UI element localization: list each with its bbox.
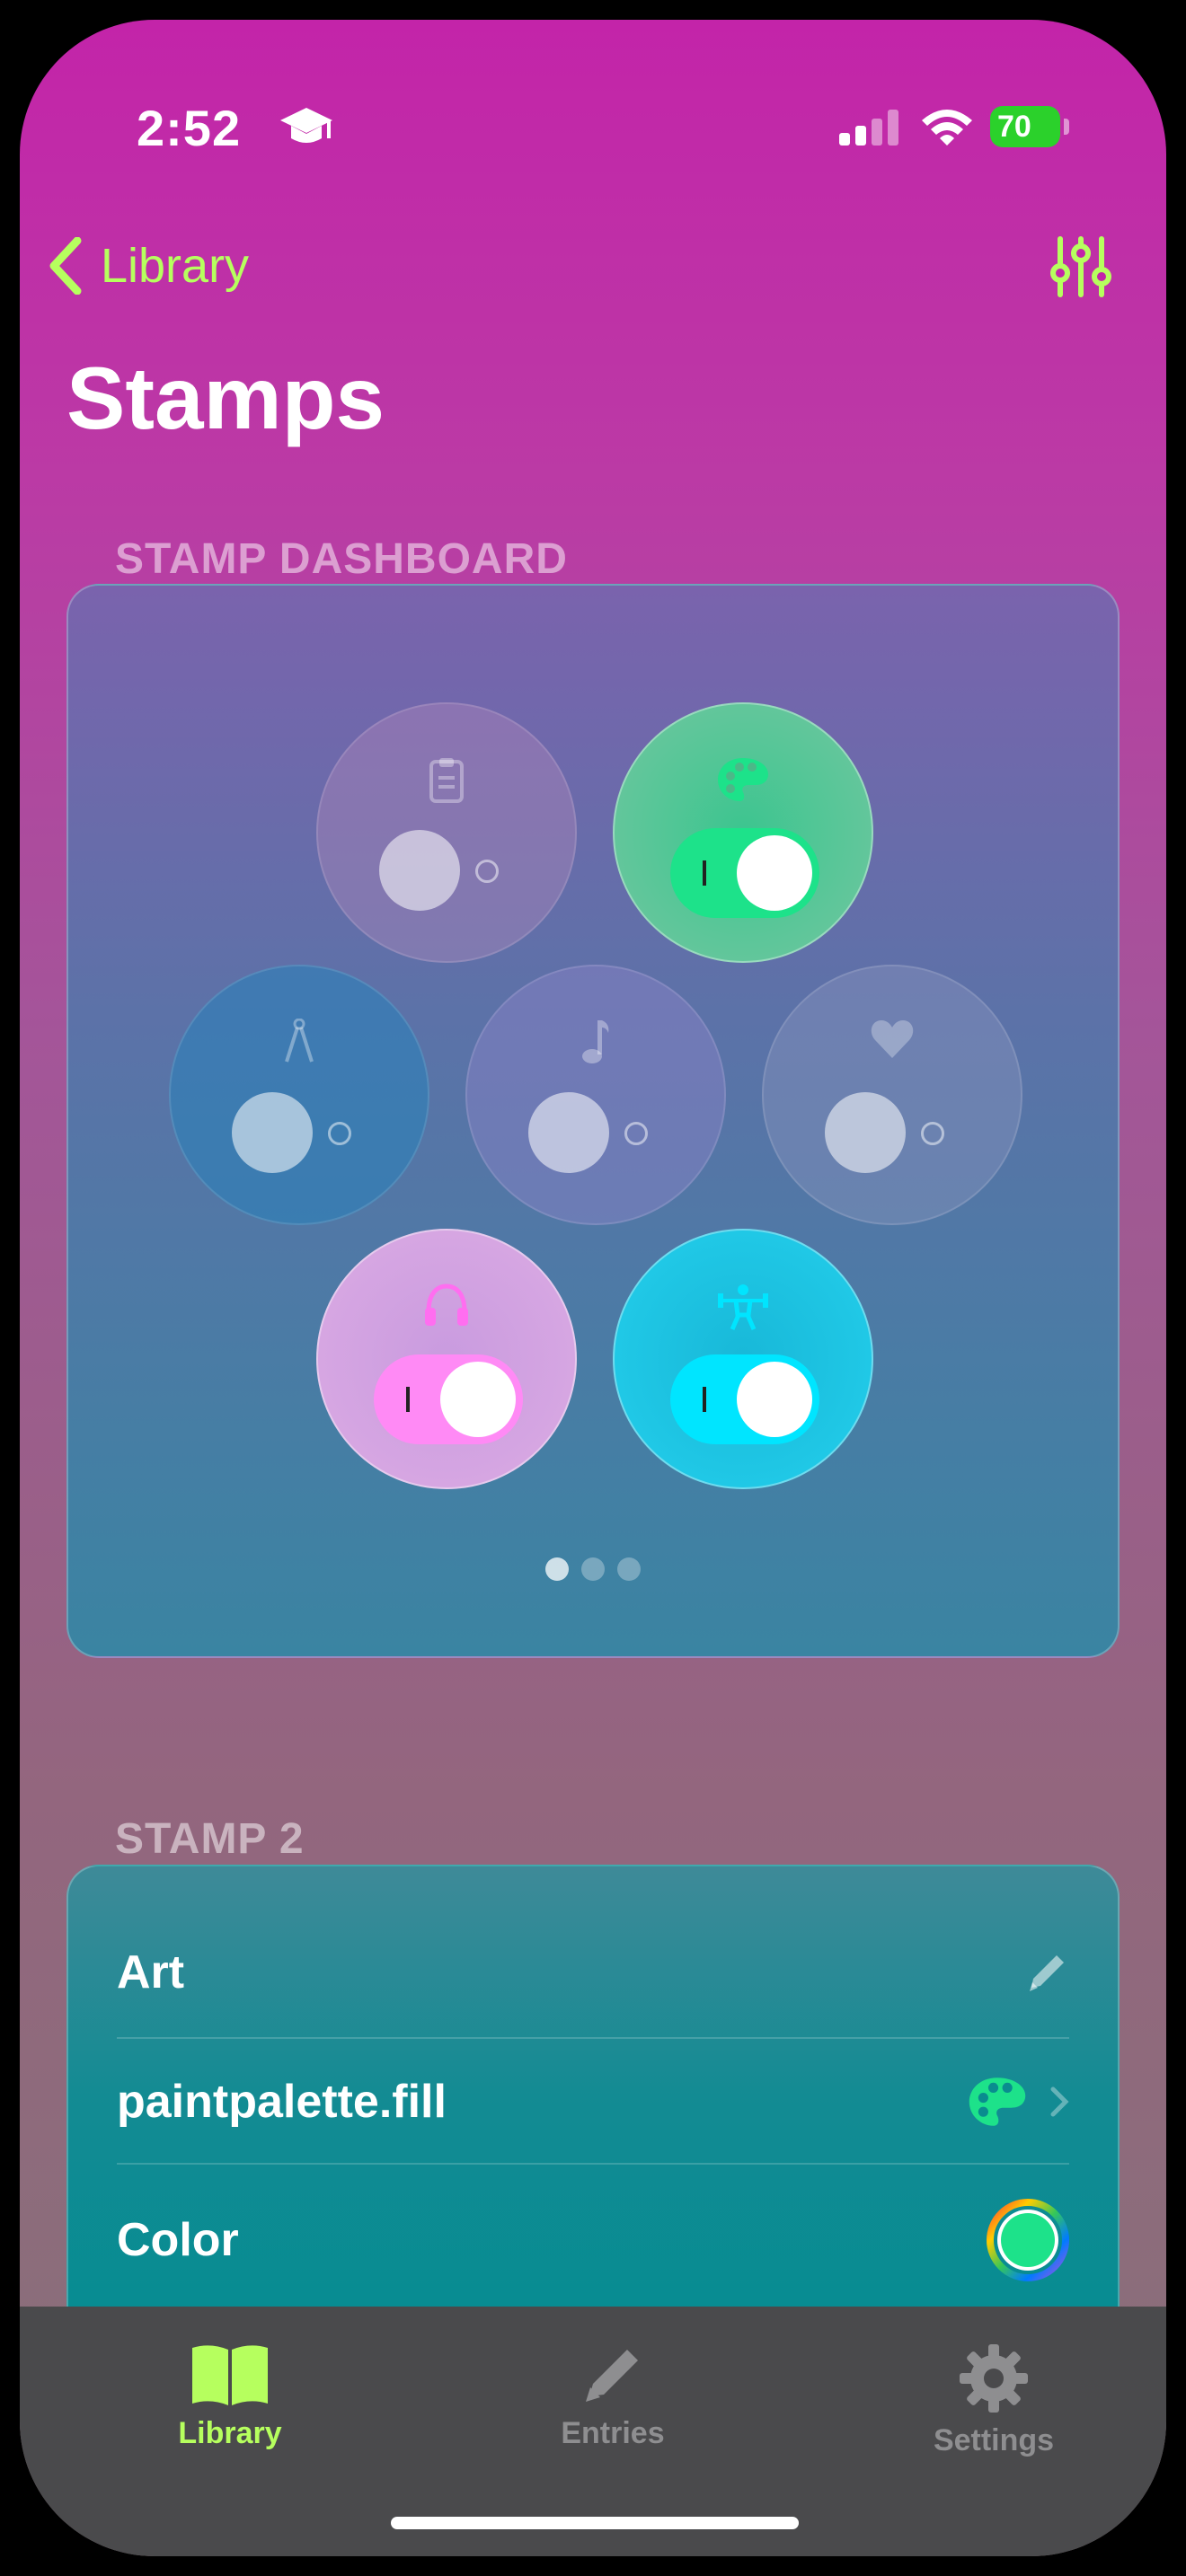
pencil-icon bbox=[586, 2350, 638, 2402]
page-dot[interactable] bbox=[617, 1557, 641, 1581]
stamp-toggle[interactable] bbox=[528, 1092, 609, 1173]
stamp-toggle[interactable] bbox=[825, 1092, 906, 1173]
sliders-icon[interactable] bbox=[1049, 235, 1112, 298]
section-header-dashboard: STAMP DASHBOARD bbox=[115, 535, 568, 583]
stamp-heart[interactable] bbox=[762, 965, 1022, 1225]
page-dot[interactable] bbox=[581, 1557, 605, 1581]
toggle-knob bbox=[737, 835, 812, 911]
chevron-left-icon bbox=[49, 237, 82, 295]
stamp-dashboard bbox=[66, 584, 1120, 1658]
cellular-signal-icon bbox=[839, 110, 898, 146]
toggle-off-indicator bbox=[624, 1122, 648, 1145]
toggle-knob bbox=[440, 1362, 516, 1437]
music-note-icon bbox=[582, 1020, 609, 1063]
stamp-toggle[interactable] bbox=[670, 828, 819, 918]
back-button[interactable]: Library bbox=[47, 237, 249, 295]
headphones-icon bbox=[425, 1284, 468, 1326]
screen: 2:52 70 Library Stamps STAMP DASHBOARD S… bbox=[20, 20, 1166, 2556]
book-icon bbox=[192, 2345, 268, 2405]
stamp-toggle[interactable] bbox=[670, 1354, 819, 1444]
stamp-weightlifter[interactable] bbox=[613, 1229, 873, 1489]
toggle-on-indicator bbox=[703, 860, 706, 886]
status-bar: 2:52 70 bbox=[20, 20, 1166, 199]
battery-cap bbox=[1064, 119, 1069, 135]
weightlifter-icon bbox=[718, 1284, 768, 1331]
tab-label: Library bbox=[178, 2416, 282, 2450]
stamp-toggle[interactable] bbox=[379, 830, 460, 911]
graduation-cap-icon bbox=[280, 108, 332, 143]
tab-settings[interactable]: Settings bbox=[886, 2342, 1102, 2458]
gear-icon bbox=[960, 2344, 1028, 2413]
stamp-toggle[interactable] bbox=[232, 1092, 313, 1173]
wifi-icon bbox=[922, 110, 972, 146]
page-dot[interactable] bbox=[545, 1557, 569, 1581]
toggle-off-indicator bbox=[328, 1122, 351, 1145]
color-well[interactable] bbox=[987, 2199, 1069, 2281]
toggle-off-indicator bbox=[475, 860, 499, 883]
phone-frame: 2:52 70 Library Stamps STAMP DASHBOARD S… bbox=[0, 0, 1186, 2576]
stamp-compass[interactable] bbox=[169, 965, 429, 1225]
tab-library[interactable]: Library bbox=[122, 2342, 338, 2451]
navigation-bar: Library bbox=[20, 226, 1166, 316]
toggle-knob bbox=[737, 1362, 812, 1437]
toggle-on-indicator bbox=[703, 1387, 706, 1412]
paint-palette-icon bbox=[969, 2078, 1026, 2126]
battery-level: 70 bbox=[997, 109, 1031, 144]
stamp-symbol-row[interactable]: paintpalette.fill bbox=[117, 2039, 1069, 2165]
tab-label: Settings bbox=[933, 2423, 1055, 2457]
toggle-off-indicator bbox=[921, 1122, 944, 1145]
compass-icon bbox=[285, 1019, 314, 1063]
symbol-value bbox=[967, 2076, 1069, 2128]
page-indicator[interactable] bbox=[68, 1557, 1118, 1581]
page-title: Stamps bbox=[66, 348, 385, 447]
stamp-music[interactable] bbox=[465, 965, 726, 1225]
stamp-toggle[interactable] bbox=[374, 1354, 523, 1444]
tab-label: Entries bbox=[561, 2416, 665, 2450]
back-button-label: Library bbox=[101, 239, 250, 293]
stamp-symbol-label: paintpalette.fill bbox=[117, 2076, 447, 2128]
clipboard-icon bbox=[429, 758, 464, 803]
stamp-color-row[interactable]: Color bbox=[117, 2177, 1069, 2303]
stamp-name-label: Art bbox=[117, 1946, 185, 1998]
stamp-clipboard[interactable] bbox=[316, 702, 577, 963]
home-indicator[interactable] bbox=[391, 2517, 799, 2529]
status-time: 2:52 bbox=[137, 100, 242, 156]
stamp-paint-palette[interactable] bbox=[613, 702, 873, 963]
stamp-color-label: Color bbox=[117, 2214, 239, 2266]
paint-palette-icon bbox=[718, 758, 768, 801]
chevron-right-icon bbox=[1050, 2086, 1069, 2117]
heart-icon bbox=[871, 1020, 914, 1058]
tab-entries[interactable]: Entries bbox=[505, 2342, 721, 2451]
row-divider bbox=[117, 2163, 1069, 2165]
battery-indicator: 70 bbox=[990, 106, 1069, 147]
stamp-name-row[interactable]: Art bbox=[117, 1910, 1069, 2035]
stamp-headphones[interactable] bbox=[316, 1229, 577, 1489]
section-header-stamp2: STAMP 2 bbox=[115, 1815, 305, 1863]
toggle-on-indicator bbox=[406, 1387, 410, 1412]
pencil-icon[interactable] bbox=[1024, 1950, 1069, 1995]
